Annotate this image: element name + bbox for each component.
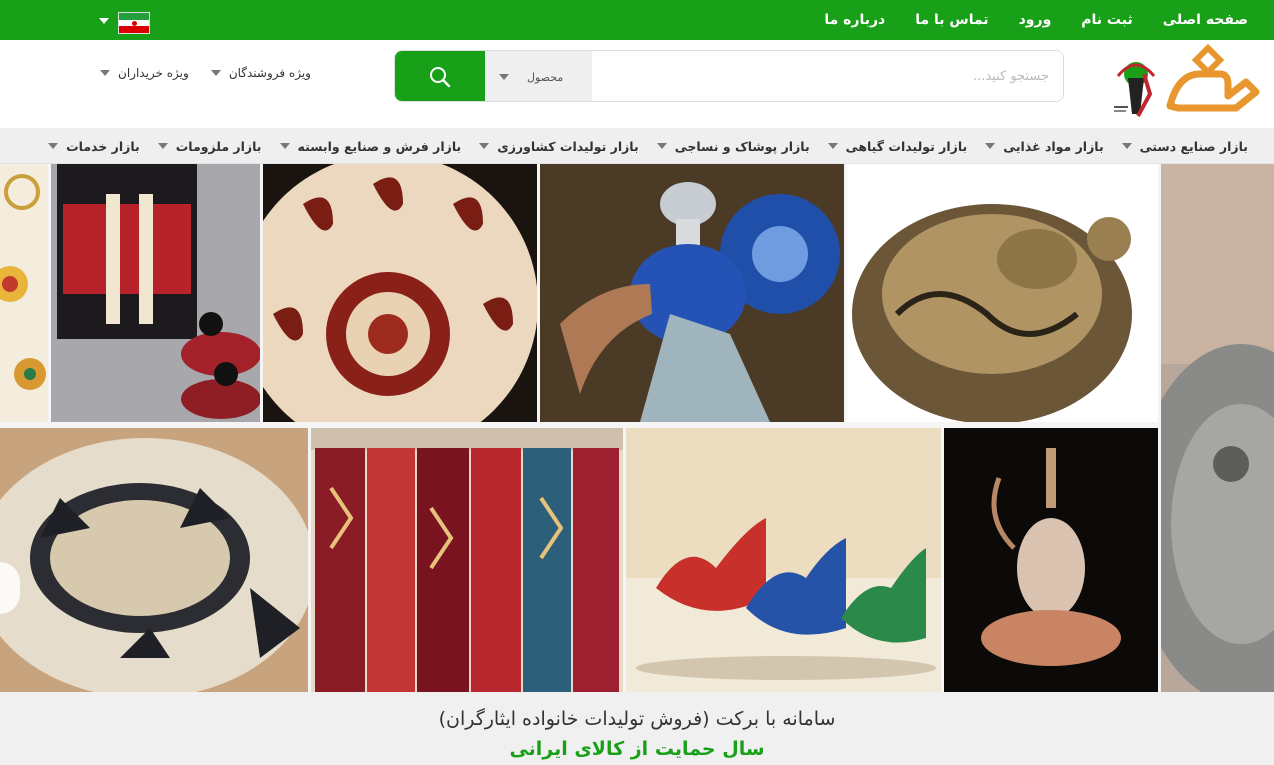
enamel-bowls-image — [626, 428, 941, 692]
category-label: بازار فرش و صنایع وابسته — [297, 138, 462, 154]
chevron-down-icon — [48, 143, 59, 149]
search-icon — [430, 67, 451, 88]
search-input[interactable] — [592, 51, 1063, 101]
metal-plate-image — [1161, 164, 1274, 692]
category-agriculture[interactable]: بازار تولیدات کشاورزی — [479, 138, 639, 154]
chevron-down-icon — [279, 143, 290, 149]
nav-register-link[interactable]: ثبت نام — [1081, 12, 1132, 28]
category-food[interactable]: بازار مواد غذایی — [985, 138, 1104, 154]
category-carpet[interactable]: بازار فرش و صنایع وابسته — [279, 138, 462, 154]
category-nav: بازار صنایع دستی بازار مواد غذایی بازار … — [48, 128, 1248, 164]
top-bar: صفحه اصلی ثبت نام ورود تماس با ما درباره… — [0, 0, 1274, 40]
category-label: بازار تولیدات کشاورزی — [497, 138, 639, 154]
ewer-image — [944, 428, 1158, 692]
hero-title: سامانه با برکت (فروش تولیدات خانواده ایث… — [438, 708, 836, 730]
nav-contact-link[interactable]: تماس با ما — [915, 12, 988, 28]
category-label: بازار تولیدات گیاهی — [845, 138, 968, 154]
search-category-value: محصول — [527, 70, 564, 84]
chevron-down-icon — [827, 143, 838, 149]
nav-about-link[interactable]: درباره ما — [824, 12, 885, 28]
hero-caption: سامانه با برکت (فروش تولیدات خانواده ایث… — [0, 692, 1274, 765]
chevron-down-icon — [210, 70, 221, 76]
header: محصول ویژه خریداران ویژه فروشندگان — [0, 40, 1274, 128]
iran-flag-icon[interactable] — [118, 12, 150, 34]
category-supplies[interactable]: بازار ملزومات — [157, 138, 262, 154]
sellers-menu-label: ویژه فروشندگان — [228, 66, 311, 80]
category-label: بازار مواد غذایی — [1003, 138, 1104, 154]
category-label: بازار صنایع دستی — [1139, 138, 1248, 154]
hero-subtitle: سال حمایت از کالای ایرانی — [509, 738, 765, 760]
search-category-select[interactable]: محصول — [485, 51, 592, 101]
foundation-emblem-icon — [1114, 62, 1156, 117]
category-label: بازار ملزومات — [175, 138, 262, 154]
category-label: بازار خدمات — [66, 138, 140, 154]
chevron-down-icon — [499, 74, 509, 80]
nav-login-link[interactable]: ورود — [1019, 12, 1052, 28]
header-menu: ویژه خریداران ویژه فروشندگان — [100, 66, 311, 80]
hero-slider[interactable] — [0, 164, 1274, 692]
chevron-down-icon — [100, 70, 110, 76]
paisley-textile-image — [263, 164, 537, 422]
nav-home-link[interactable]: صفحه اصلی — [1163, 12, 1248, 28]
bag-and-shoes-image — [51, 164, 260, 422]
chevron-down-icon — [1121, 143, 1132, 149]
engraved-metal-pot-image — [847, 164, 1158, 422]
chevron-down-icon — [985, 143, 996, 149]
kilim-textiles-image — [311, 428, 623, 692]
sellers-menu[interactable]: ویژه فروشندگان — [210, 66, 311, 80]
search-bar: محصول — [394, 50, 1064, 102]
barakat-logo-mark — [1166, 43, 1260, 112]
enamel-vase-image — [540, 164, 844, 422]
top-nav: صفحه اصلی ثبت نام ورود تماس با ما درباره… — [824, 0, 1248, 40]
category-clothing[interactable]: بازار پوشاک و نساجی — [656, 138, 810, 154]
mosaic-tray-image — [0, 428, 308, 692]
language-chevron-down-icon[interactable] — [99, 18, 109, 24]
embroidery-image — [0, 164, 48, 422]
chevron-down-icon — [157, 143, 168, 149]
chevron-down-icon — [656, 143, 667, 149]
chevron-down-icon — [479, 143, 490, 149]
category-bar: بازار صنایع دستی بازار مواد غذایی بازار … — [0, 128, 1274, 164]
site-logo[interactable] — [1108, 43, 1260, 124]
category-handicrafts[interactable]: بازار صنایع دستی — [1121, 138, 1248, 154]
buyers-menu[interactable]: ویژه خریداران — [100, 66, 189, 80]
buyers-menu-label: ویژه خریداران — [118, 66, 189, 80]
category-herbal[interactable]: بازار تولیدات گیاهی — [827, 138, 968, 154]
category-services[interactable]: بازار خدمات — [48, 139, 140, 154]
category-label: بازار پوشاک و نساجی — [674, 138, 810, 154]
search-button[interactable] — [395, 51, 485, 101]
